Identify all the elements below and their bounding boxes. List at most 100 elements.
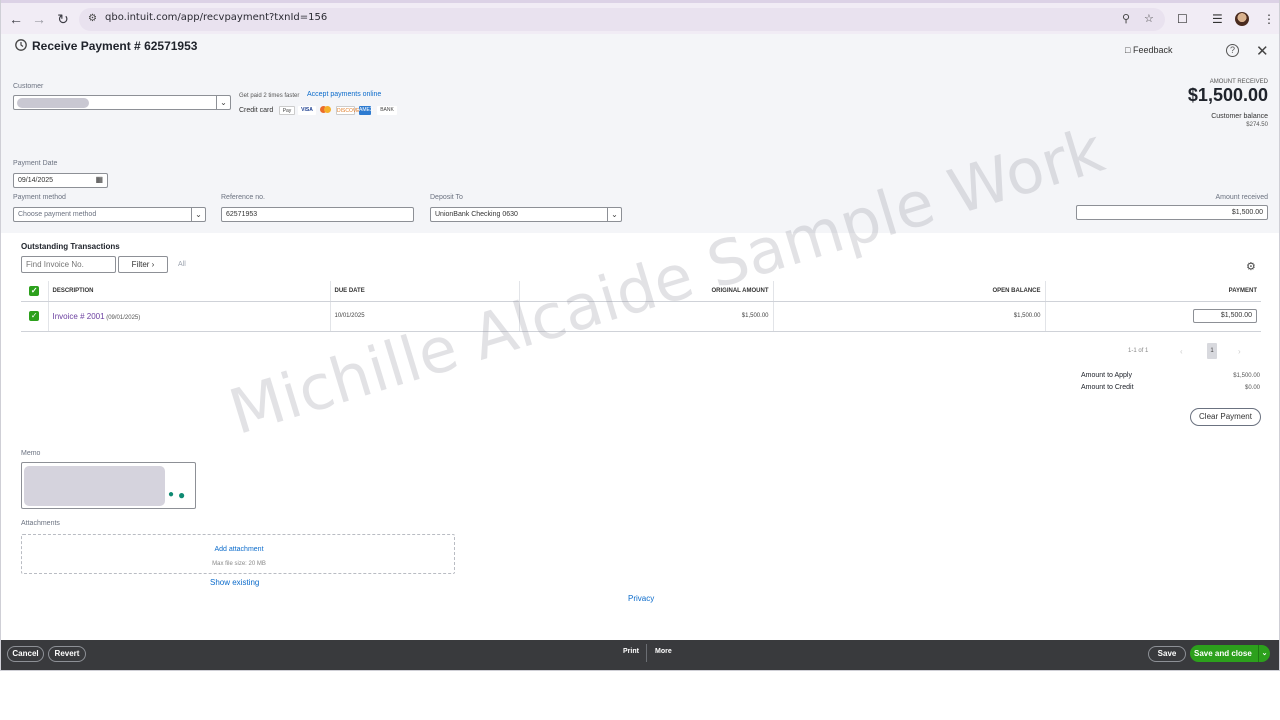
pager-text: 1-1 of 1 [1128, 348, 1149, 354]
customer-balance-label: Customer balance [1211, 113, 1268, 120]
media-control-icon[interactable]: ☰ [1212, 12, 1223, 26]
amount-to-apply-value: $1,500.00 [1233, 373, 1260, 379]
row-payment-cell: $1,500.00 [1044, 301, 1261, 332]
mastercard-icon [319, 106, 332, 115]
memo-label: Memo [21, 450, 41, 457]
payment-date-label: Payment Date [13, 160, 58, 167]
grammar-assistant-icon[interactable]: ● [168, 489, 174, 500]
amount-received-value: $1,500.00 [1231, 209, 1263, 216]
chevron-right-icon: › [151, 260, 155, 269]
payment-date-value: 09/14/2025 [18, 177, 54, 184]
feedback-icon: □ [1125, 45, 1131, 55]
next-page-icon[interactable]: › [1238, 347, 1241, 356]
filter-all-text: All [178, 261, 186, 268]
payment-method-select[interactable]: Choose payment method ⌄ [13, 207, 206, 222]
chat-bubble-icon[interactable]: ● [178, 488, 185, 502]
page-number[interactable]: 1 [1207, 343, 1217, 359]
forward-icon[interactable]: → [29, 9, 49, 29]
row-checkbox[interactable]: ✓ [21, 301, 48, 332]
print-button[interactable]: Print [623, 648, 639, 655]
save-and-close-button[interactable]: Save and close ⌄ [1190, 645, 1270, 662]
amount-to-apply-label: Amount to Apply [1081, 372, 1132, 379]
accept-payments-link[interactable]: Accept payments online [307, 91, 381, 98]
prev-page-icon[interactable]: ‹ [1180, 347, 1183, 356]
payment-input[interactable]: $1,500.00 [1193, 309, 1257, 323]
outstanding-title: Outstanding Transactions [21, 242, 120, 251]
chevron-down-icon[interactable]: ⌄ [216, 96, 230, 109]
apple-pay-icon: Pay [279, 106, 295, 115]
site-settings-icon[interactable]: ⚙ [88, 13, 97, 24]
chevron-down-icon[interactable]: ⌄ [1258, 645, 1270, 662]
deposit-to-select[interactable]: UnionBank Checking 0630 ⌄ [430, 207, 622, 222]
reference-label: Reference no. [221, 194, 265, 201]
revert-button[interactable]: Revert [48, 646, 86, 662]
extensions-icon[interactable]: ☐ [1177, 12, 1188, 26]
calendar-icon[interactable]: ▦ [95, 175, 103, 184]
gear-icon[interactable]: ⚙ [1246, 260, 1256, 273]
help-icon[interactable]: ? [1226, 44, 1239, 57]
privacy-link[interactable]: Privacy [628, 594, 654, 603]
save-button[interactable]: Save [1148, 646, 1186, 662]
back-icon[interactable]: ← [6, 9, 26, 29]
app-window: ← → ↻ ⚙ qbo.intuit.com/app/recvpayment?t… [0, 0, 1280, 671]
row-description: Invoice # 2001 (09/01/2025) [47, 301, 330, 332]
history-icon[interactable] [14, 38, 28, 52]
customer-name-redacted [17, 98, 89, 108]
col-payment[interactable]: PAYMENT [1044, 281, 1261, 302]
save-and-close-label: Save and close [1194, 649, 1252, 658]
transactions-table: ✓ DESCRIPTION DUE DATE ORIGINAL AMOUNT O… [21, 281, 1261, 332]
footer-divider [646, 644, 647, 662]
visa-icon: VISA [298, 106, 316, 115]
feedback-label: Feedback [1132, 45, 1173, 55]
page-title: Receive Payment # 62571953 [32, 39, 198, 53]
payment-method-label: Payment method [13, 194, 66, 201]
discover-icon: DISCOVER [336, 106, 364, 115]
invoice-date: (09/01/2025) [106, 314, 141, 321]
memo-textarea[interactable]: ● ● [21, 462, 196, 509]
amount-received-label: Amount received [1215, 194, 1268, 201]
reference-input[interactable]: 62571953 [221, 207, 414, 222]
address-bar[interactable]: ⚙ qbo.intuit.com/app/recvpayment?txnId=1… [79, 8, 1165, 31]
max-file-size-text: Max file size: 20 MB [212, 561, 266, 567]
row-open-balance: $1,500.00 [772, 301, 1045, 332]
customer-select[interactable]: ⌄ [13, 95, 231, 110]
show-existing-link[interactable]: Show existing [210, 578, 259, 587]
customer-balance-value: $274.50 [1246, 122, 1268, 128]
filter-button[interactable]: Filter › [118, 256, 168, 273]
receive-payment-page: Receive Payment # 62571953 □ Feedback ? … [1, 34, 1279, 640]
checkmark-icon: ✓ [29, 285, 40, 296]
bookmark-star-icon[interactable]: ☆ [1144, 12, 1154, 25]
col-due-date[interactable]: DUE DATE [329, 281, 519, 302]
browser-menu-icon[interactable]: ⋮ [1263, 12, 1275, 26]
reference-value: 62571953 [226, 211, 258, 218]
reload-icon[interactable]: ↻ [53, 9, 73, 29]
attachment-dropzone[interactable]: Add attachment Max file size: 20 MB [21, 534, 455, 574]
profile-avatar[interactable] [1235, 12, 1249, 26]
amount-received-input[interactable]: $1,500.00 [1076, 205, 1268, 220]
add-attachment-link[interactable]: Add attachment [22, 546, 456, 553]
amount-to-credit-value: $0.00 [1244, 385, 1260, 391]
credit-card-label: Credit card [239, 107, 274, 114]
col-description[interactable]: DESCRIPTION [47, 281, 330, 302]
payment-date-input[interactable]: 09/14/2025 ▦ [13, 173, 108, 188]
clear-payment-button[interactable]: Clear Payment [1190, 408, 1261, 426]
cancel-button[interactable]: Cancel [7, 646, 44, 662]
col-original-amount[interactable]: ORIGINAL AMOUNT [518, 281, 773, 302]
find-invoice-input[interactable] [21, 256, 116, 273]
chevron-down-icon[interactable]: ⌄ [607, 208, 621, 221]
col-open-balance[interactable]: OPEN BALANCE [772, 281, 1045, 302]
attachments-label: Attachments [21, 520, 60, 527]
outstanding-transactions-panel: Outstanding Transactions Filter › All ⚙ … [1, 233, 1279, 640]
table-header-row: ✓ DESCRIPTION DUE DATE ORIGINAL AMOUNT O… [21, 281, 1261, 302]
select-all-checkbox[interactable]: ✓ [21, 281, 48, 302]
invoice-link[interactable]: Invoice # 2001 [53, 312, 105, 321]
chevron-down-icon[interactable]: ⌄ [191, 208, 205, 221]
deposit-to-label: Deposit To [430, 194, 463, 201]
url-text: qbo.intuit.com/app/recvpayment?txnId=156 [105, 12, 328, 23]
zoom-icon[interactable]: ⚲ [1122, 12, 1130, 25]
close-icon[interactable]: ✕ [1256, 42, 1269, 60]
feedback-button[interactable]: □ Feedback [1125, 45, 1172, 55]
more-button[interactable]: More [655, 648, 672, 655]
payment-method-placeholder: Choose payment method [18, 211, 97, 218]
row-original-amount: $1,500.00 [518, 301, 773, 332]
